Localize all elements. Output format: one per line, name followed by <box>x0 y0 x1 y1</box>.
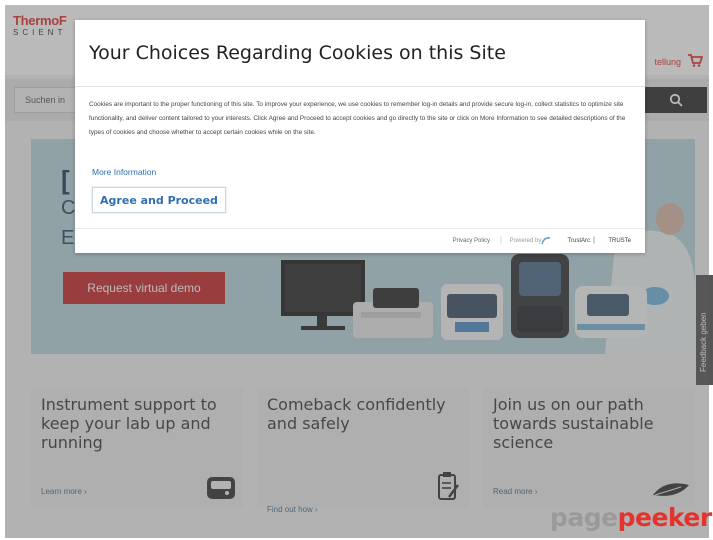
footer-separator: | <box>500 237 502 244</box>
more-information-link[interactable]: More Information <box>92 167 156 177</box>
page: ThermoF SCIENT tellung Suchen in [ C E R… <box>0 0 713 540</box>
modal-body-text: Cookies are important to the proper func… <box>89 101 626 136</box>
modal-title: Your Choices Regarding Cookies on this S… <box>89 42 506 64</box>
truste-link[interactable]: TRUSTe <box>608 238 631 244</box>
watermark-part-1: page <box>550 503 618 532</box>
modal-footer: Privacy Policy | Powered by: TrustArc | … <box>75 228 645 253</box>
footer-bar: | <box>593 237 595 244</box>
agree-and-proceed-button[interactable]: Agree and Proceed <box>92 187 226 213</box>
modal-divider <box>75 86 645 87</box>
watermark-part-2: peeker <box>617 503 713 532</box>
privacy-policy-link[interactable]: Privacy Policy <box>453 238 490 244</box>
powered-by-label: Powered by: <box>509 238 543 244</box>
trustarc-link[interactable]: TrustArc <box>568 238 590 244</box>
pagepeeker-watermark: pagepeeker <box>550 503 712 532</box>
cookie-consent-modal: Your Choices Regarding Cookies on this S… <box>75 20 645 253</box>
trustarc-logo-icon <box>541 237 551 245</box>
